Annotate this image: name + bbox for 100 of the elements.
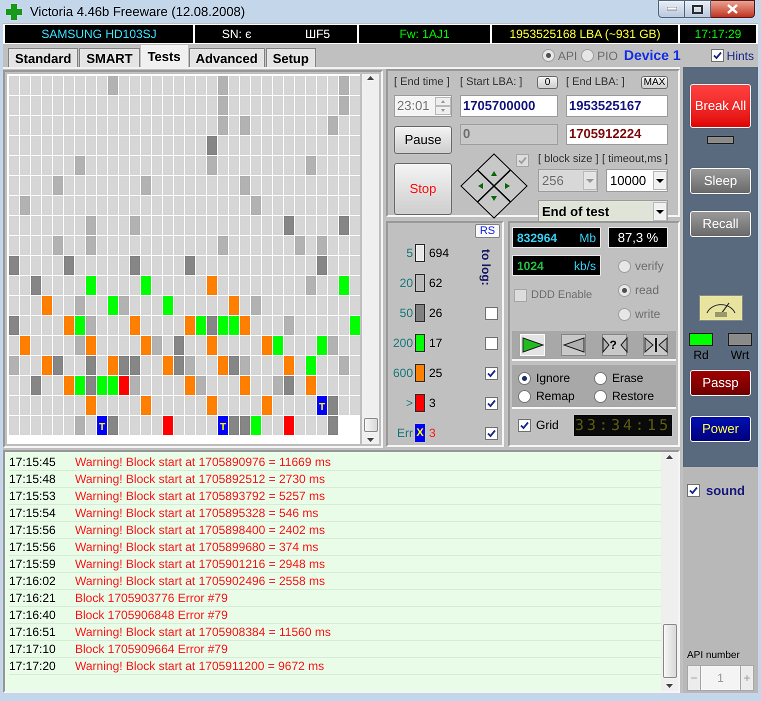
mode-label: write <box>635 306 660 323</box>
scrollbar[interactable] <box>362 74 379 444</box>
block-count: 3 <box>429 425 436 442</box>
block-size-label: [ block size ] <box>538 152 599 166</box>
max-button[interactable]: MAX <box>641 76 668 88</box>
scrollbar-thumb[interactable] <box>662 624 676 678</box>
close-button[interactable] <box>711 0 755 18</box>
log-time: 17:15:56 <box>9 522 57 539</box>
led-label: Rd <box>693 347 709 364</box>
maximize-button[interactable] <box>685 0 711 18</box>
mode-label: read <box>635 282 660 299</box>
checkbox[interactable] <box>485 426 498 440</box>
pause-button[interactable]: Pause <box>394 126 452 154</box>
log-message: Block 1705906848 Error #79 <box>75 607 228 624</box>
scrollbar[interactable] <box>661 452 678 691</box>
mode-label: verify <box>635 258 664 275</box>
log-message: Warning! Block start at 1705901216 = 2948 ms <box>75 556 326 573</box>
scrollbar-thumb[interactable] <box>364 418 378 432</box>
butterfly-icon <box>642 337 668 353</box>
end-lba-field[interactable]: 1953525167 <box>566 95 668 116</box>
radio-button[interactable] <box>594 372 607 384</box>
passport-button[interactable]: Passp <box>690 370 751 396</box>
start-lba-field[interactable]: 1705700000 <box>460 95 558 116</box>
current-lba-field[interactable]: 1705912224 <box>566 124 668 144</box>
caret-icon <box>653 202 667 221</box>
threshold-label: 20 <box>398 275 413 292</box>
timeout-dropdown[interactable]: 10000 <box>606 169 668 192</box>
percent-display: 87,3 % <box>608 227 668 248</box>
end-time-label: [ End time ] <box>394 75 451 90</box>
log-message: Warning! Block start at 1705899680 = 374 ms <box>75 539 318 556</box>
threshold-label: 600 <box>392 365 413 382</box>
radio-button[interactable] <box>594 390 607 402</box>
api-number-label: API number <box>687 649 741 663</box>
log-time: 17:15:53 <box>9 488 57 505</box>
scan-direction-button[interactable] <box>643 334 668 356</box>
tab[interactable]: Tests <box>140 45 188 67</box>
block-count: 694 <box>429 245 450 262</box>
log-time: 17:15:54 <box>9 505 57 522</box>
time-field[interactable]: 23:01 <box>394 95 452 117</box>
scan-direction-button[interactable] <box>561 334 586 356</box>
checkbox[interactable] <box>485 306 498 320</box>
arrow-up-icon[interactable] <box>666 455 673 459</box>
block-count: 3 <box>429 395 436 412</box>
checkbox[interactable] <box>518 418 531 432</box>
checkbox[interactable] <box>710 49 724 62</box>
log-message: Warning! Block start at 1705892512 = 2730 ms <box>75 471 326 488</box>
speed-value: 1024 <box>517 258 544 274</box>
maximize-icon <box>692 4 703 14</box>
repair-option-label: Restore <box>612 388 654 405</box>
info-text: Fw: 1AJ1 <box>399 26 450 43</box>
power-button[interactable]: Power <box>690 416 751 442</box>
info-text: ШF5 <box>305 26 330 43</box>
unit-label: Mb <box>579 230 596 246</box>
radio-label: API <box>558 48 578 64</box>
end-lba-label: [ End LBA: ] <box>566 74 625 90</box>
log-time: 17:17:20 <box>9 658 57 675</box>
repair-option-label: Remap <box>536 388 575 405</box>
radio-button[interactable] <box>518 372 531 384</box>
break-all-button[interactable]: Break All <box>690 84 751 128</box>
tab[interactable]: Setup <box>266 48 316 67</box>
cross-icon <box>6 4 22 20</box>
end-action-dropdown[interactable]: End of test <box>538 200 668 223</box>
window-title: Victoria 4.46b Freeware (12.08.2008) <box>30 2 246 21</box>
tab[interactable]: SMART <box>79 48 140 67</box>
log-time: 17:16:51 <box>9 624 57 641</box>
checkbox[interactable] <box>687 484 700 498</box>
log-message: Warning! Block start at 1705908384 = 11560 ms <box>75 624 331 641</box>
recall-button[interactable]: Recall <box>690 211 751 237</box>
rs-button[interactable]: RS <box>475 224 500 238</box>
checkbox-label: Hints <box>726 48 754 64</box>
log-time: 17:15:56 <box>9 539 57 556</box>
direction-pad[interactable] <box>460 152 528 218</box>
radio-button[interactable] <box>618 260 631 272</box>
log-message: Block 1705903776 Error #79 <box>75 590 228 607</box>
radio-button[interactable] <box>618 284 631 296</box>
status-indicator <box>707 136 734 144</box>
checkbox[interactable] <box>485 336 498 350</box>
tab[interactable]: Advanced <box>188 48 265 67</box>
reverse-icon <box>562 337 586 353</box>
checkbox[interactable] <box>485 396 498 410</box>
sleep-button[interactable]: Sleep <box>690 168 751 194</box>
arrow-up-icon[interactable] <box>367 76 374 80</box>
scan-direction-button[interactable]: ? <box>602 334 627 356</box>
start-lba-label: [ Start LBA: ] <box>460 74 522 90</box>
tab[interactable]: Standard <box>8 48 78 67</box>
log-time: 17:16:21 <box>9 590 57 607</box>
error-swatch: X <box>415 424 425 442</box>
minimize-button[interactable] <box>658 0 685 18</box>
checkbox[interactable] <box>485 366 498 380</box>
log-time: 17:15:45 <box>9 454 57 471</box>
radio-button[interactable] <box>618 308 631 320</box>
radio-button[interactable] <box>518 390 531 402</box>
info-text: 17:17:29 <box>694 26 742 43</box>
checkbox-label: DDD Enable <box>531 288 592 303</box>
log-time: 17:16:02 <box>9 573 57 590</box>
arrow-down-icon[interactable] <box>666 684 673 688</box>
checkbox-label: Grid <box>536 417 559 434</box>
arrow-down-icon[interactable] <box>367 438 374 442</box>
reset-button[interactable]: 0 <box>537 76 558 88</box>
radio-label: PIO <box>597 48 618 64</box>
